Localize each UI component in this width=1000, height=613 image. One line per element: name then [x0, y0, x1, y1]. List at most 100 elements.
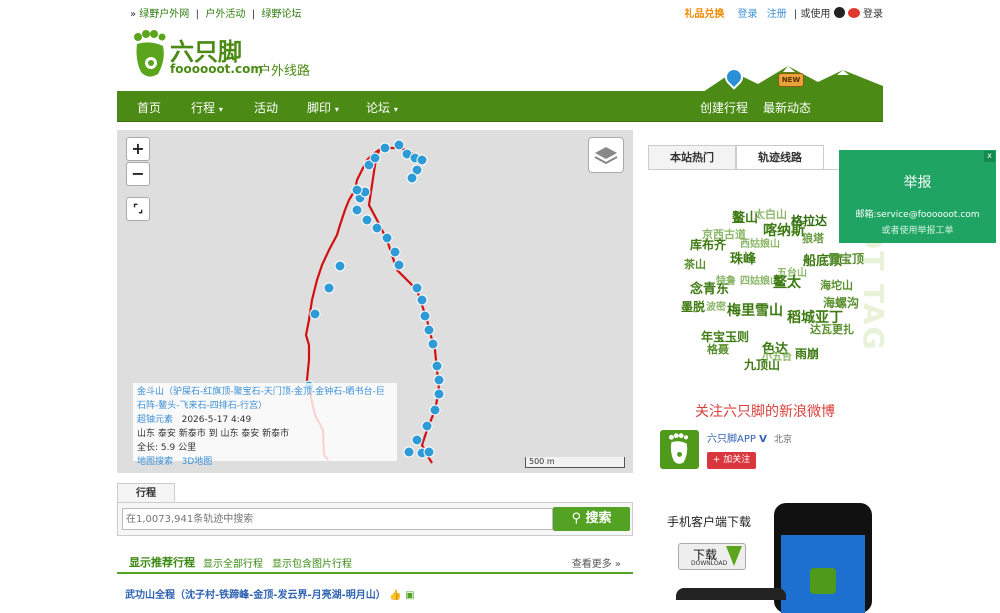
track-date: 2026-5-17 4:49 — [181, 415, 252, 425]
track-user[interactable]: 超铀元素 — [137, 415, 173, 425]
gift-link[interactable]: 礼品兑换 — [684, 9, 724, 20]
report-popup: x 举报 邮箱:service@foooooot.com 或者使用举报工单 — [839, 150, 996, 243]
scale-bar: 500 m — [525, 457, 625, 468]
tab-trips[interactable]: 行程 — [117, 483, 175, 503]
login2-link[interactable]: 登录 — [863, 9, 883, 20]
or-use-label: 或使用 — [800, 9, 831, 20]
tab-with-photos[interactable]: 显示包含图片行程 — [272, 555, 352, 570]
nav-forum[interactable]: 论坛 ▾ — [366, 99, 398, 116]
scale-label: 500 m — [529, 457, 555, 466]
layers-icon — [594, 147, 618, 165]
track-length: 全长: 5.9 公里 — [137, 443, 197, 453]
verified-icon: V — [759, 434, 767, 445]
list-item-title[interactable]: 武功山全程（沈子村-铁蹄峰-金顶-发云界-月亮湖-明月山） — [125, 590, 386, 601]
fullscreen-button[interactable]: ⌜⌟ — [126, 197, 150, 221]
app-avatar[interactable] — [660, 430, 699, 469]
close-button[interactable]: x — [984, 151, 995, 162]
map-3d-link[interactable]: 3D地图 — [182, 457, 213, 467]
register-link[interactable]: 注册 — [767, 9, 787, 20]
tag-item[interactable]: 雪宝顶 — [828, 250, 864, 267]
fullscreen-icon: ⌜⌟ — [132, 202, 144, 215]
footprint-logo-icon — [134, 30, 166, 77]
download-title: 手机客户端下载 — [667, 515, 752, 529]
logo-domain: foooooot.com — [170, 62, 263, 76]
tab-hot[interactable]: 本站热门 — [648, 145, 736, 169]
tab-recommended[interactable]: 显示推荐行程 — [129, 554, 195, 570]
top-bar: » 绿野户外网 | 户外活动 | 绿野论坛 礼品兑换 登录 注册 | 或使用 登… — [0, 0, 1000, 22]
tag-item[interactable]: 特鲁 — [716, 272, 736, 287]
logo-subtitle: 户外线路 — [258, 64, 311, 79]
search-input[interactable] — [122, 508, 553, 530]
chevron-down-icon: ▾ — [393, 105, 398, 114]
chevron-down-icon: ▾ — [218, 105, 223, 114]
popup-email: 邮箱:service@foooooot.com — [855, 210, 980, 220]
download-button[interactable]: 下载 DOWNLOAD — [678, 543, 746, 570]
chevron-down-icon: ▾ — [334, 105, 339, 114]
tag-item[interactable]: 珠峰 — [730, 248, 756, 267]
search-button[interactable]: ⚲ 搜索 — [553, 507, 630, 531]
phone-image — [774, 503, 872, 613]
tag-item[interactable]: 鳌太 — [773, 272, 801, 292]
tab-all[interactable]: 显示全部行程 — [203, 555, 263, 570]
tab-tracks[interactable]: 轨迹线路 — [736, 145, 824, 169]
track-route: 山东 泰安 新泰市 到 山东 泰安 新泰市 — [137, 429, 290, 439]
list-item[interactable]: 武功山全程（沈子村-铁蹄峰-金顶-发云界-月亮湖-明月山） 👍 ▣ — [117, 574, 633, 601]
layers-button[interactable] — [588, 137, 624, 173]
top-links: » 绿野户外网 | 户外活动 | 绿野论坛 — [130, 9, 302, 20]
app-name: 六只脚APP V 北京 — [707, 430, 792, 445]
top-link-activity[interactable]: 户外活动 — [205, 9, 245, 20]
tag-item[interactable]: 海螺沟 — [823, 294, 859, 311]
trip-list: 显示推荐行程 显示全部行程 显示包含图片行程 查看更多 » 武功山全程（沈子村-… — [117, 545, 633, 601]
tag-item[interactable]: 茶山 — [684, 256, 706, 272]
app-location: 北京 — [774, 435, 793, 445]
tag-item[interactable]: 狼塔 — [802, 230, 824, 246]
tag-item[interactable]: 达瓦更扎 — [810, 321, 854, 337]
zoom-in-button[interactable]: + — [126, 137, 150, 161]
nav-footprints-label: 脚印 — [307, 101, 332, 115]
footprint-app-icon — [668, 433, 689, 464]
nav-home[interactable]: 首页 — [137, 99, 161, 116]
download-arrow-icon — [726, 546, 742, 566]
tag-item[interactable]: 海坨山 — [820, 277, 853, 293]
search-icon: ⚲ — [571, 511, 581, 526]
zoom-out-button[interactable]: − — [126, 162, 150, 186]
new-sign-icon: NEW — [778, 73, 804, 87]
tag-item[interactable]: 波密 — [706, 298, 726, 313]
tag-item[interactable]: 格聂 — [707, 341, 729, 357]
download-sub: DOWNLOAD — [691, 560, 728, 567]
tag-item[interactable]: 库布齐 — [690, 236, 726, 253]
search-panel: 行程 ⚲ 搜索 — [117, 483, 633, 536]
tag-item[interactable]: 梅里雪山 — [727, 300, 783, 320]
thumbs-up-icon: 👍 — [389, 590, 402, 601]
nav-trips-label: 行程 — [191, 101, 216, 115]
map-search-link[interactable]: 地图搜索 — [137, 457, 173, 467]
popup-link[interactable]: 或者使用举报工单 — [839, 223, 996, 236]
nav-create-trip[interactable]: 创建行程 — [700, 99, 748, 116]
android-icon: ▣ — [405, 590, 415, 601]
tag-item[interactable]: 小五台 — [762, 348, 792, 363]
user-links: 礼品兑换 登录 注册 | 或使用 登录 — [684, 7, 883, 20]
qq-icon[interactable] — [833, 7, 845, 18]
track-info-card: 金斗山（驴屎石-红旗顶-聚宝石-天门顶-金顶-金钟石-晒书台-巨石阵-鳌头-飞来… — [133, 383, 397, 467]
nav-activities[interactable]: 活动 — [254, 99, 278, 116]
phone-app-icon — [810, 568, 836, 594]
top-link-forum[interactable]: 绿野论坛 — [261, 9, 301, 20]
weibo-title[interactable]: 关注六只脚的新浪微博 — [695, 401, 835, 421]
nav-trips[interactable]: 行程 ▾ — [191, 99, 223, 116]
tag-item[interactable]: 雨崩 — [795, 345, 819, 362]
track-title[interactable]: 金斗山（驴屎石-红旗顶-聚宝石-天门顶-金顶-金钟石-晒书台-巨石阵-鳌头-飞来… — [137, 385, 393, 413]
nav-latest[interactable]: 最新动态 — [763, 99, 811, 116]
popup-title: 举报 — [903, 175, 932, 191]
map-panel[interactable]: + − ⌜⌟ 金斗山（驴屎石-红旗顶-聚宝石-天门顶-金顶-金钟石-晒书台-巨石… — [117, 130, 633, 473]
list-header: 显示推荐行程 显示全部行程 显示包含图片行程 查看更多 » — [117, 545, 633, 574]
more-link[interactable]: 查看更多 » — [572, 555, 621, 570]
weibo-icon[interactable] — [847, 8, 860, 18]
search-button-label: 搜索 — [585, 511, 612, 526]
top-link-lvye[interactable]: 绿野户外网 — [139, 9, 189, 20]
login-link[interactable]: 登录 — [738, 9, 758, 20]
phone-image-2 — [676, 588, 786, 600]
nav-footprints[interactable]: 脚印 ▾ — [307, 99, 339, 116]
app-name-label[interactable]: 六只脚APP — [707, 434, 756, 445]
tag-item[interactable]: 墨脱 — [681, 298, 705, 315]
follow-button[interactable]: + 加关注 — [707, 452, 756, 469]
